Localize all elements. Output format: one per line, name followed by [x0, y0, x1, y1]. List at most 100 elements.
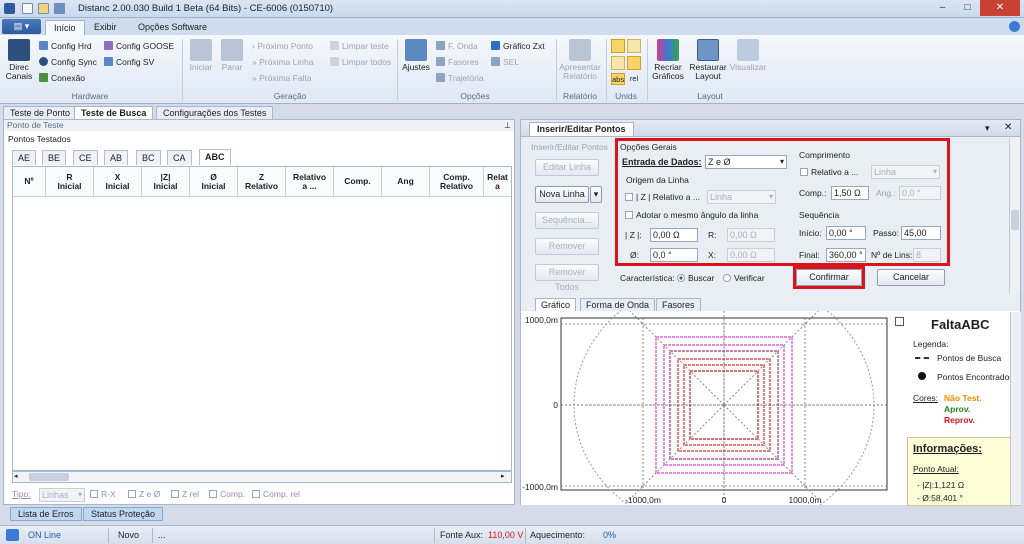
- new-file-icon[interactable]: [22, 3, 33, 14]
- column-header[interactable]: Relat a: [484, 167, 511, 197]
- minimize-button[interactable]: –: [930, 0, 955, 16]
- unit-config-icon[interactable]: [627, 56, 641, 70]
- column-header[interactable]: R Inicial: [46, 167, 94, 197]
- phase-unit-icon[interactable]: [611, 56, 625, 70]
- radio-selected[interactable]: [677, 274, 685, 282]
- parar-button[interactable]: Parar: [219, 39, 245, 72]
- close-panel-icon[interactable]: ✕: [1004, 122, 1012, 133]
- tab-exibir[interactable]: Exibir: [86, 20, 125, 35]
- column-header[interactable]: Comp.: [334, 167, 382, 197]
- column-header[interactable]: Comp. Relativo: [430, 167, 484, 197]
- checkbox[interactable]: [209, 490, 217, 498]
- open-folder-icon[interactable]: [38, 3, 49, 14]
- grafico-zxt-button[interactable]: Gráfico Zxt: [491, 40, 545, 52]
- tab-ca[interactable]: CA: [167, 150, 192, 165]
- scroll-thumb[interactable]: [29, 473, 69, 481]
- f-onda-button[interactable]: F. Onda: [436, 40, 478, 52]
- tab-inicio[interactable]: Início: [45, 20, 85, 35]
- checkbox[interactable]: [128, 490, 136, 498]
- dropdown-arrow-icon[interactable]: ▾: [985, 123, 990, 134]
- direc-canais-button[interactable]: Direc Canais: [4, 39, 34, 81]
- config-sync-button[interactable]: Config Sync: [39, 56, 97, 68]
- tab-fasores[interactable]: Fasores: [656, 298, 701, 311]
- editar-linha-button[interactable]: Editar Linha: [535, 159, 599, 176]
- proxima-linha-button[interactable]: » Próxima Linha: [252, 56, 313, 68]
- rel-unit-button[interactable]: rel: [627, 73, 641, 85]
- scroll-left-icon[interactable]: ◂: [14, 473, 23, 481]
- proxima-falta-button[interactable]: » Próxima Falta: [252, 72, 312, 84]
- unit-option-icon[interactable]: [627, 39, 641, 53]
- tab-be[interactable]: BE: [42, 150, 67, 165]
- column-header[interactable]: Nº: [13, 167, 46, 197]
- nova-linha-dropdown[interactable]: ▾: [590, 186, 602, 203]
- tab-grafico[interactable]: Gráfico: [535, 298, 577, 311]
- vertical-scrollbar[interactable]: [1009, 138, 1020, 294]
- limpar-todos-button[interactable]: Limpar todos: [330, 56, 391, 68]
- apresentar-relatorio-button[interactable]: Apresentar Relatório: [557, 39, 603, 81]
- column-header[interactable]: Ø Inicial: [190, 167, 238, 197]
- fasores-button[interactable]: Fasores: [436, 56, 479, 68]
- maximize-button[interactable]: □: [955, 0, 980, 16]
- restaurar-layout-button[interactable]: Restaurar Layout: [688, 39, 728, 81]
- visualizar-button[interactable]: Visualizar: [728, 39, 768, 72]
- horizontal-scrollbar[interactable]: ◂ ▸: [12, 471, 512, 483]
- check-r-x[interactable]: R-X: [90, 489, 116, 499]
- conexao-button[interactable]: Conexão: [39, 72, 85, 84]
- column-header[interactable]: X Inicial: [94, 167, 142, 197]
- tab-forma-de-onda[interactable]: Forma de Onda: [580, 298, 656, 311]
- tab-lista-de-erros[interactable]: Lista de Erros: [10, 507, 82, 521]
- tab-status-protecao[interactable]: Status Proteção: [83, 507, 164, 521]
- remover-button[interactable]: Remover: [535, 238, 599, 255]
- cancelar-button[interactable]: Cancelar: [877, 269, 945, 286]
- clock-unit-icon[interactable]: [611, 39, 625, 53]
- column-header[interactable]: Ang: [382, 167, 430, 197]
- sequencia-button[interactable]: Sequência...: [535, 212, 599, 229]
- tab-teste-de-ponto[interactable]: Teste de Ponto: [3, 106, 78, 120]
- config-sv-button[interactable]: Config SV: [104, 56, 154, 68]
- inserir-editar-tab[interactable]: Inserir/Editar Pontos: [529, 122, 634, 136]
- limpar-teste-button[interactable]: Limpar teste: [330, 40, 389, 52]
- app-menu-icon[interactable]: [4, 3, 15, 14]
- check-comp[interactable]: Comp.: [209, 489, 245, 499]
- check-comp-rel[interactable]: Comp. rel: [252, 489, 300, 499]
- scroll-thumb[interactable]: [1011, 210, 1019, 230]
- tab-abc[interactable]: ABC: [199, 149, 231, 165]
- radio[interactable]: [723, 274, 731, 282]
- tab-configuracoes-testes[interactable]: Configurações dos Testes: [156, 106, 274, 120]
- tab-ab[interactable]: AB: [104, 150, 129, 165]
- tipo-select[interactable]: Linhas: [39, 488, 85, 502]
- remover-todos-button[interactable]: Remover Todos: [535, 264, 599, 292]
- config-hrd-button[interactable]: Config Hrd: [39, 40, 92, 52]
- check-z-rel[interactable]: Z rel: [171, 489, 199, 499]
- impedance-plot[interactable]: 1000,0m 0 -1000,0m -1000,0m 0 1000,0m: [521, 265, 905, 544]
- verificar-radio[interactable]: Verificar: [723, 273, 765, 283]
- iniciar-button[interactable]: Iniciar: [188, 39, 214, 72]
- ajustes-button[interactable]: Ajustes: [401, 39, 431, 72]
- checkbox[interactable]: [252, 490, 260, 498]
- column-header[interactable]: Relativo a ...: [286, 167, 334, 197]
- nova-linha-button[interactable]: Nova Linha: [535, 186, 589, 203]
- pontos-table[interactable]: Nº R Inicial X Inicial |Z| Inicial Ø Ini…: [12, 166, 512, 471]
- buscar-radio[interactable]: Buscar: [677, 273, 714, 283]
- check-z-e-phi[interactable]: Z e Ø: [128, 489, 160, 499]
- tab-ae[interactable]: AE: [12, 150, 37, 165]
- trajetoria-button[interactable]: Trajetória: [436, 72, 484, 84]
- sel-button[interactable]: SEL: [491, 56, 519, 68]
- expand-icon[interactable]: [895, 317, 904, 326]
- checkbox[interactable]: [171, 490, 179, 498]
- tab-bc[interactable]: BC: [136, 150, 161, 165]
- save-icon[interactable]: [54, 3, 65, 14]
- tab-ce[interactable]: CE: [73, 150, 98, 165]
- close-button[interactable]: ✕: [980, 0, 1020, 16]
- checkbox[interactable]: [90, 490, 98, 498]
- recriar-graficos-button[interactable]: Recriar Gráficos: [650, 39, 686, 81]
- file-menu-button[interactable]: ▤ ▾: [2, 19, 41, 34]
- tab-opcoes-software[interactable]: Opções Software: [130, 20, 215, 35]
- column-header[interactable]: Z Relativo: [238, 167, 286, 197]
- config-goose-button[interactable]: Config GOOSE: [104, 40, 174, 52]
- pin-icon[interactable]: ⊥: [504, 121, 511, 130]
- info-scrollbar[interactable]: [1010, 312, 1021, 505]
- column-header[interactable]: |Z| Inicial: [142, 167, 190, 197]
- scroll-right-icon[interactable]: ▸: [501, 473, 510, 481]
- abs-unit-button[interactable]: abs: [611, 73, 625, 85]
